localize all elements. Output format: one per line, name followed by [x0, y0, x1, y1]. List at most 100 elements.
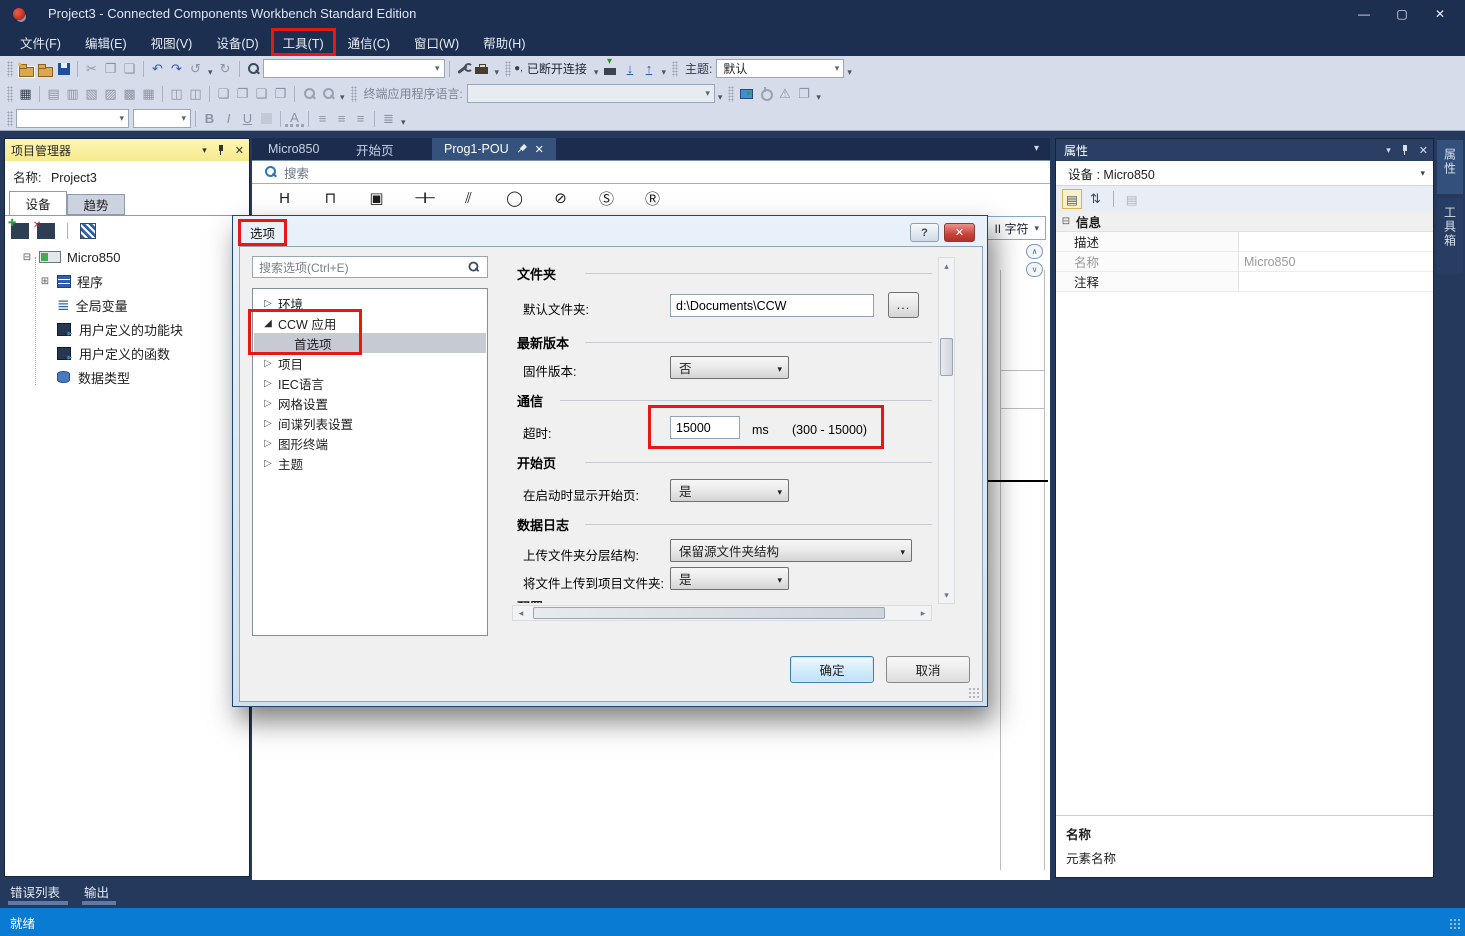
highlight-icon[interactable] — [257, 109, 276, 128]
device-selector[interactable]: 设备 : Micro850 ▾ — [1056, 161, 1433, 186]
property-row-description[interactable]: 描述 — [1056, 232, 1433, 252]
menu-view[interactable]: 视图(V) — [139, 28, 205, 56]
search-combobox[interactable]: ▾ — [263, 59, 445, 78]
toolbar-overflow-icon[interactable]: ▾ — [816, 92, 821, 106]
text-align-right-icon[interactable]: ≡ — [351, 109, 370, 128]
default-folder-input[interactable] — [670, 294, 874, 317]
collapse-icon[interactable]: ⊟ — [1060, 216, 1072, 227]
toolbar-overflow-icon[interactable]: ▾ — [495, 67, 500, 81]
options-tree-preferences[interactable]: 首选项 — [254, 333, 486, 353]
add-device-icon[interactable]: ✚ — [11, 223, 29, 239]
options-tree-graphic-terminal[interactable]: ▷图形终端 — [254, 433, 486, 453]
menu-window[interactable]: 窗口(W) — [402, 28, 471, 56]
properties-header[interactable]: 属性 ▾ ✕ — [1056, 139, 1433, 161]
firmware-version-select[interactable]: 否▾ — [670, 356, 789, 379]
options-search-box[interactable]: 搜索选项(Ctrl+E) — [252, 256, 488, 278]
menu-tools[interactable]: 工具(T) — [271, 28, 336, 56]
tab-output[interactable]: 输出 — [84, 882, 109, 901]
options-tree-ccw-application[interactable]: ◢CCW 应用 — [254, 313, 486, 333]
align-bottom-icon[interactable]: ▨ — [101, 84, 120, 103]
upload-hierarchy-select[interactable]: 保留源文件夹结构▾ — [670, 539, 912, 562]
paste-icon[interactable]: ❑ — [120, 59, 139, 78]
navigate-back-dropdown-icon[interactable]: ▾ — [208, 67, 213, 81]
toolbar-grip[interactable] — [7, 111, 13, 127]
categorized-icon[interactable]: ▤ — [1062, 189, 1082, 209]
tree-item-micro850[interactable]: ⊟ Micro850 — [5, 245, 249, 269]
toolbar-overflow-icon[interactable]: ▾ — [401, 117, 406, 131]
connection-dropdown-icon[interactable]: ▾ — [594, 67, 599, 81]
tab-start-page[interactable]: 开始页 — [344, 138, 406, 160]
grid-icon[interactable]: ▦ — [16, 84, 35, 103]
tab-prog1-pou[interactable]: Prog1-POU ✕ — [432, 138, 556, 160]
theme-select[interactable]: 默认▾ — [716, 59, 844, 78]
scrollbar-thumb[interactable] — [940, 338, 953, 376]
upload-icon[interactable]: ↑ — [639, 59, 658, 78]
pin-icon[interactable] — [1400, 144, 1410, 156]
tab-error-list[interactable]: 错误列表 — [10, 882, 60, 901]
tree-item-datatypes[interactable]: 数据类型 — [5, 365, 249, 389]
maximize-button[interactable]: ▢ — [1387, 4, 1417, 24]
force-io-icon[interactable]: ❐ — [794, 84, 813, 103]
set-coil-icon[interactable]: Ⓢ — [598, 188, 615, 209]
property-group-info[interactable]: ⊟ 信息 — [1056, 212, 1433, 232]
delete-device-icon[interactable]: ✕ — [37, 223, 55, 239]
send-to-back-icon[interactable]: ❐ — [233, 84, 252, 103]
underline-icon[interactable]: U — [238, 109, 257, 128]
download-icon[interactable]: ↓ — [620, 59, 639, 78]
bring-to-front-icon[interactable]: ❏ — [214, 84, 233, 103]
toolbar-grip[interactable] — [351, 86, 357, 102]
menu-device[interactable]: 设备(D) — [204, 28, 270, 56]
sort-alphabetical-icon[interactable]: ⇅ — [1090, 191, 1101, 207]
property-row-comment[interactable]: 注释 — [1056, 272, 1433, 292]
zoom-out-icon[interactable] — [318, 84, 337, 103]
editor-search-bar[interactable]: 搜索 — [252, 160, 1050, 184]
open-project-icon[interactable] — [35, 59, 54, 78]
tab-list-dropdown-icon[interactable]: ▾ — [1034, 143, 1039, 154]
wrench-icon[interactable] — [454, 59, 473, 78]
menu-help[interactable]: 帮助(H) — [471, 28, 537, 56]
font-family-select[interactable]: ▾ — [16, 109, 129, 128]
run-mode-icon[interactable] — [737, 84, 756, 103]
cancel-button[interactable]: 取消 — [886, 656, 970, 683]
negated-contact-icon[interactable]: ⫽ — [460, 190, 477, 207]
timeout-input[interactable] — [670, 416, 740, 439]
download-to-device-icon[interactable] — [601, 59, 620, 78]
undo-icon[interactable]: ↶ — [148, 59, 167, 78]
negated-coil-icon[interactable]: ⊘ — [552, 189, 569, 207]
toolbox-icon[interactable] — [473, 59, 492, 78]
branch-icon[interactable]: ⊓ — [322, 189, 339, 207]
dialog-help-button[interactable]: ? — [910, 223, 939, 242]
tab-device[interactable]: 设备 — [9, 191, 67, 215]
navigate-back-icon[interactable]: ↺ — [186, 59, 205, 78]
pin-icon[interactable] — [216, 144, 226, 156]
distribute-horizontal-icon[interactable]: ◫ — [167, 84, 186, 103]
show-start-page-select[interactable]: 是▾ — [670, 479, 789, 502]
reset-coil-icon[interactable]: Ⓡ — [644, 188, 661, 209]
send-backward-icon[interactable]: ❒ — [271, 84, 290, 103]
toolbar-overflow-icon[interactable]: ▾ — [847, 67, 852, 81]
options-tree-iec-languages[interactable]: ▷IEC语言 — [254, 373, 486, 393]
toolbar-grip[interactable] — [7, 86, 13, 102]
pin-tab-icon[interactable] — [514, 141, 530, 157]
text-align-left-icon[interactable]: ≡ — [313, 109, 332, 128]
ok-button[interactable]: 确定 — [790, 656, 874, 683]
scroll-down-button[interactable]: ∨ — [1026, 262, 1043, 277]
toolbar-overflow-icon[interactable]: ▾ — [718, 92, 723, 106]
coil-icon[interactable]: ◯ — [506, 189, 523, 207]
dialog-close-button[interactable]: ✕ — [944, 223, 975, 242]
bring-forward-icon[interactable]: ❑ — [252, 84, 271, 103]
zoom-dropdown-icon[interactable]: ▾ — [1034, 223, 1039, 234]
italic-icon[interactable]: I — [219, 109, 238, 128]
toolbar-overflow-icon[interactable]: ▾ — [661, 67, 666, 81]
rung-icon[interactable]: H — [276, 190, 293, 207]
toolbar-grip[interactable] — [672, 61, 678, 77]
navigate-forward-icon[interactable]: ↻ — [216, 59, 235, 78]
options-tree-watch-list-settings[interactable]: ▷间谍列表设置 — [254, 413, 486, 433]
contact-icon[interactable]: ⊣⊢ — [414, 189, 431, 207]
device-selector-dropdown-icon[interactable]: ▾ — [1420, 168, 1425, 179]
tree-item-programs[interactable]: ⊞ 程序 — [5, 269, 249, 293]
scroll-up-button[interactable]: ∧ — [1026, 244, 1043, 259]
dialog-resize-grip[interactable] — [968, 687, 979, 698]
scrollbar-thumb[interactable] — [533, 607, 885, 619]
close-tab-icon[interactable]: ✕ — [535, 143, 544, 156]
